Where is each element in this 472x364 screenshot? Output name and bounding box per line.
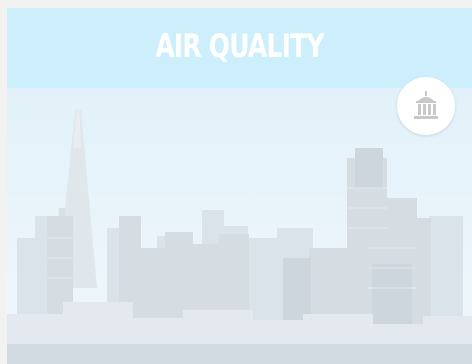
building-badge[interactable] xyxy=(397,77,455,135)
government-building-icon xyxy=(414,91,438,119)
card-title: AIR QUALITY xyxy=(155,27,324,65)
city-skyline-image xyxy=(7,88,472,364)
card-header: AIR QUALITY xyxy=(7,8,472,88)
air-quality-card[interactable]: AIR QUALITY xyxy=(7,8,472,364)
